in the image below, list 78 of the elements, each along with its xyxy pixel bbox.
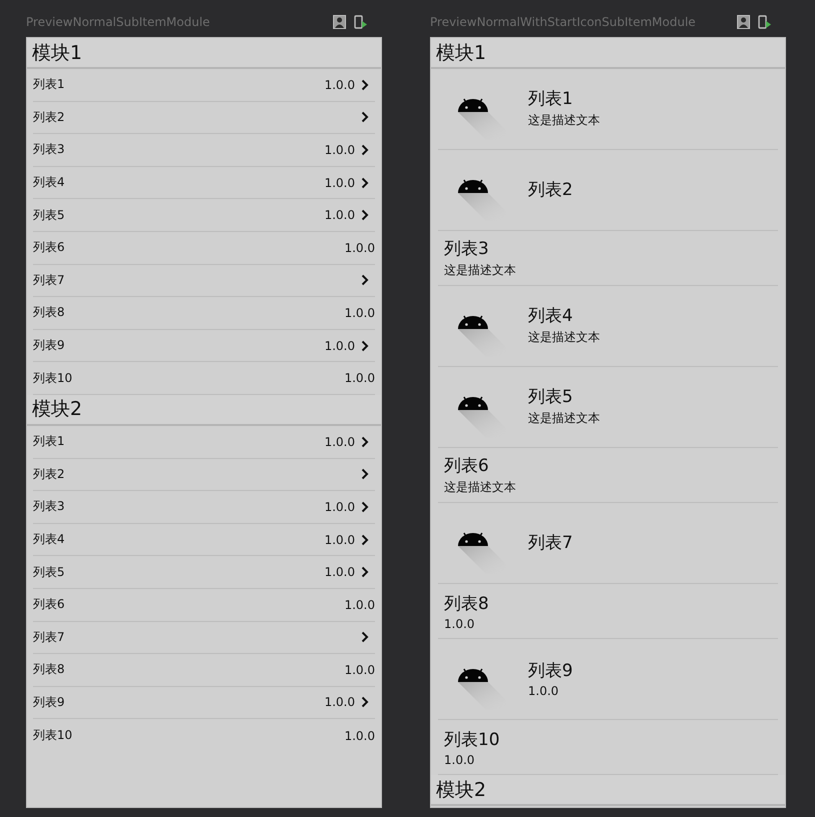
- chevron-right-icon[interactable]: [361, 274, 369, 286]
- version-text: 1.0.0: [324, 338, 355, 353]
- module-title: 模块1: [436, 40, 486, 66]
- list-item-title: 列表7: [528, 532, 573, 554]
- list-item-label: 列表2: [33, 108, 66, 126]
- version-text: 1.0.0: [324, 142, 355, 157]
- device-run-icon[interactable]: [758, 15, 772, 29]
- list-item-subtitle: 1.0.0: [444, 752, 476, 766]
- version-text: 1.0.0: [324, 565, 355, 580]
- version-text: 1.0.0: [324, 500, 355, 514]
- version-text: 1.0.0: [324, 532, 355, 547]
- list-item-subtitle: 这是描述文本: [528, 410, 600, 427]
- chevron-right-icon[interactable]: [361, 696, 369, 708]
- list-item-title: 列表1: [528, 88, 574, 110]
- list-item-label: 列表8: [33, 661, 66, 678]
- version-text: 1.0.0: [344, 662, 375, 677]
- chevron-right-icon[interactable]: [361, 534, 369, 546]
- chevron-right-icon[interactable]: [361, 436, 369, 448]
- list-item-label: 列表6: [33, 596, 66, 614]
- list-item-title: 列表10: [444, 728, 500, 750]
- version-text: 1.0.0: [344, 371, 375, 386]
- list-item-label: 列表9: [33, 694, 66, 711]
- list-item-subtitle: 1.0.0: [444, 616, 476, 630]
- list-item-label: 列表6: [33, 239, 66, 256]
- chevron-right-icon[interactable]: [361, 631, 369, 644]
- chevron-right-icon[interactable]: [361, 209, 369, 222]
- list-item-label: 列表4: [33, 174, 66, 192]
- list-item-label: 列表4: [33, 531, 66, 548]
- version-text: 1.0.0: [344, 240, 375, 255]
- chevron-right-icon[interactable]: [361, 340, 369, 352]
- chevron-right-icon[interactable]: [361, 144, 369, 156]
- preview-title: PreviewNormalWithStartIconSubItemModule: [430, 15, 697, 29]
- device-run-icon[interactable]: [354, 15, 368, 29]
- list-item-label: 列表3: [33, 498, 66, 516]
- list-item-title: 列表6: [444, 455, 490, 477]
- chevron-right-icon[interactable]: [361, 176, 369, 189]
- version-text: 1.0.0: [324, 176, 355, 190]
- list-item-label: 列表3: [33, 141, 66, 158]
- chevron-right-icon[interactable]: [361, 468, 369, 480]
- chevron-right-icon[interactable]: [361, 566, 369, 578]
- list-item-label: 列表5: [33, 564, 66, 581]
- list-item-label: 列表2: [33, 466, 66, 483]
- list-item-label: 列表8: [33, 304, 66, 322]
- version-text: 1.0.0: [344, 728, 375, 743]
- list-item-label: 列表10: [33, 370, 74, 387]
- module-title: 模块2: [32, 397, 82, 422]
- list-item-subtitle: 这是描述文本: [444, 262, 516, 279]
- list-item-title: 列表4: [528, 305, 574, 327]
- chevron-right-icon[interactable]: [361, 78, 369, 91]
- module-title: 模块1: [32, 40, 82, 66]
- portrait-icon[interactable]: [737, 15, 750, 29]
- list-item-title: 列表3: [444, 238, 490, 260]
- preview-title: PreviewNormalSubItemModule: [26, 15, 211, 29]
- list-item-title: 列表2: [528, 178, 573, 200]
- version-text: 1.0.0: [324, 78, 355, 92]
- list-item-label: 列表10: [33, 727, 74, 744]
- version-text: 1.0.0: [324, 434, 355, 449]
- list-item-title: 列表9: [528, 660, 573, 682]
- chevron-right-icon[interactable]: [361, 500, 369, 513]
- list-item-label: 列表5: [33, 206, 66, 224]
- chevron-right-icon[interactable]: [361, 111, 369, 124]
- list-item-label: 列表7: [33, 628, 66, 646]
- version-text: 1.0.0: [324, 695, 355, 710]
- module-title: 模块2: [436, 778, 486, 802]
- list-item-subtitle: 这是描述文本: [444, 479, 516, 496]
- list-item-subtitle: 这是描述文本: [528, 112, 600, 129]
- list-item-label: 列表1: [33, 433, 66, 450]
- version-text: 1.0.0: [324, 208, 355, 222]
- version-text: 1.0.0: [344, 598, 375, 612]
- version-text: 1.0.0: [344, 306, 375, 320]
- list-item-label: 列表1: [33, 76, 66, 94]
- list-item-title: 列表8: [444, 592, 489, 614]
- portrait-icon[interactable]: [333, 15, 346, 29]
- list-item-title: 列表5: [528, 386, 574, 408]
- list-item-subtitle: 这是描述文本: [528, 329, 600, 346]
- list-item-subtitle: 1.0.0: [528, 684, 560, 698]
- list-item-label: 列表9: [33, 337, 66, 354]
- list-item-label: 列表7: [33, 272, 66, 289]
